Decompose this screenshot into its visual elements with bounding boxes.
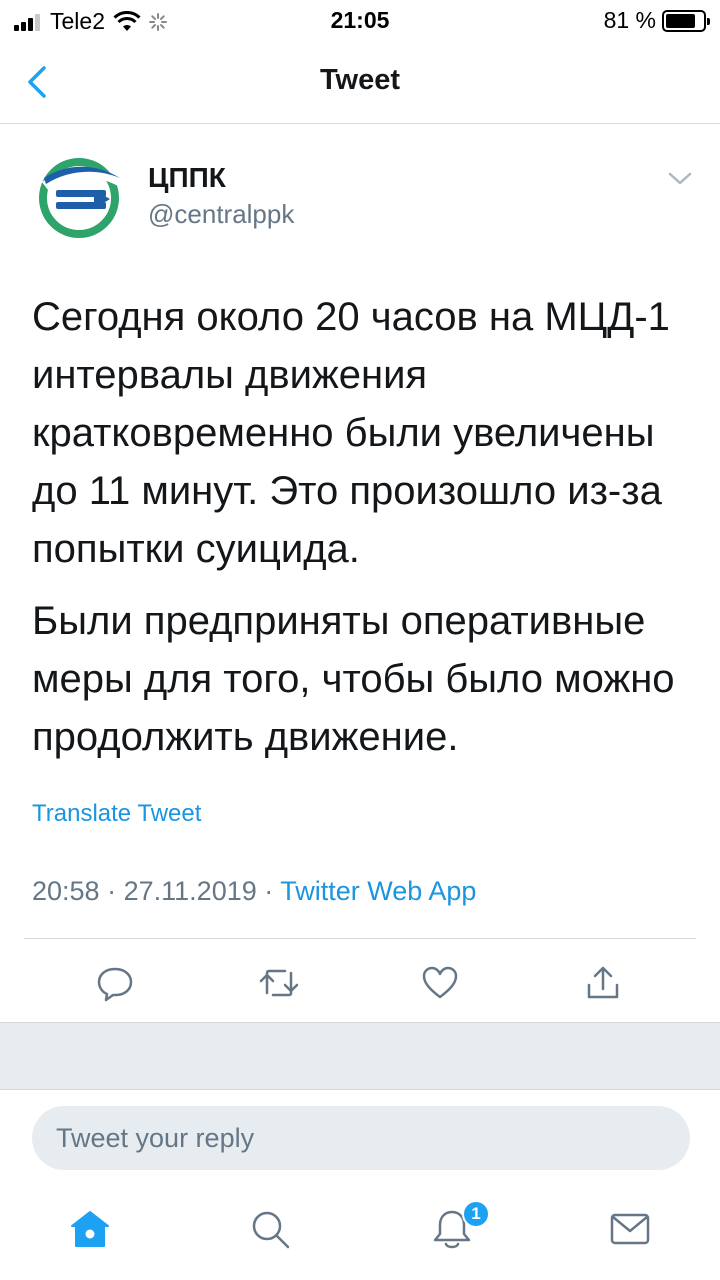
author-avatar-logo[interactable] [34,152,124,242]
meta-separator: · [107,876,117,906]
navigation-bar: Tweet [0,40,720,124]
notifications-badge: 1 [462,1200,490,1228]
heart-icon [422,966,458,999]
tweet-paragraph: Были предприняты оперативные меры для то… [32,599,675,759]
tweet-meta: 20:58 · 27.11.2019 · Twitter Web App [32,876,476,907]
page-title: Tweet [319,64,401,96]
share-icon [587,966,619,999]
tweet-actions [0,958,720,1008]
tweet-source-link[interactable]: Twitter Web App [280,876,476,906]
translate-tweet-link[interactable]: Translate Tweet [32,800,201,828]
retweet-icon [259,969,299,997]
home-icon [71,1211,109,1247]
share-button[interactable] [578,958,628,1008]
author-handle[interactable]: @centralppk [148,199,294,230]
mail-icon [610,1213,650,1245]
retweet-button[interactable] [254,958,304,1008]
status-bar: Tele2 21:05 81 % [0,0,720,40]
chevron-down-icon[interactable] [666,168,694,190]
tweet-text: Сегодня около 20 часов на МЦД-1 интервал… [32,288,702,780]
author-name[interactable]: ЦППК [148,162,226,194]
tab-home[interactable] [65,1204,115,1254]
search-icon [252,1211,290,1249]
tweet-paragraph: Сегодня около 20 часов на МЦД-1 интервал… [32,295,670,571]
like-button[interactable] [415,958,465,1008]
tweet-date: 27.11.2019 [123,876,257,906]
section-spacer [0,1022,720,1090]
tweet-time: 20:58 [32,876,100,906]
reply-input[interactable]: Tweet your reply [32,1106,690,1170]
tab-messages[interactable] [605,1204,655,1254]
battery-percent: 81 % [603,7,656,33]
battery-icon [662,9,710,32]
reply-button[interactable] [90,958,140,1008]
meta-separator: · [264,876,274,906]
tab-bar [0,1190,720,1280]
reply-icon [97,967,133,1002]
tab-search[interactable] [245,1204,295,1254]
divider [24,938,696,939]
